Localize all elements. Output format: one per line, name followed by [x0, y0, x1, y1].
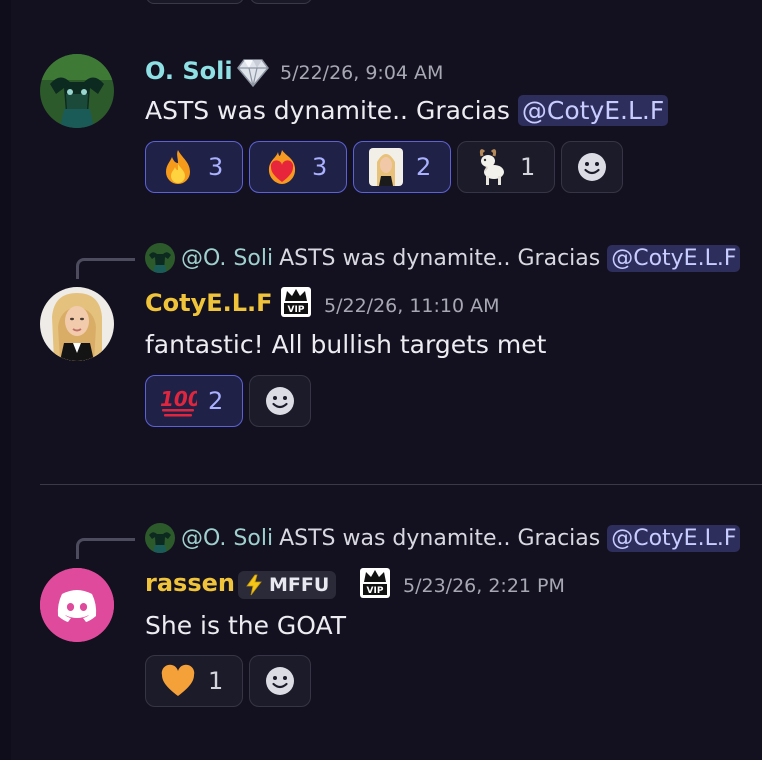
reply-username[interactable]: @O. Soli — [181, 246, 273, 271]
role-tag-label: MFFU — [269, 574, 330, 596]
reaction-heart-on-fire[interactable]: 3 — [249, 141, 347, 193]
lightning-icon — [246, 574, 262, 596]
message-text-body: ASTS was dynamite.. Gracias — [145, 96, 518, 125]
smiley-icon — [266, 667, 294, 695]
reply-connector — [76, 538, 135, 559]
username[interactable]: CotyE.L.F — [145, 289, 273, 317]
reaction-count: 2 — [416, 153, 432, 181]
reply-preview[interactable]: @O. Soli ASTS was dynamite.. Gracias @Co… — [145, 523, 741, 553]
reaction-count: 3 — [208, 153, 224, 181]
avatar-rassen[interactable] — [40, 568, 114, 642]
reply-text-body: ASTS was dynamite.. Gracias — [279, 245, 608, 271]
reply-avatar-o-soli — [145, 523, 175, 553]
vip-crown-icon[interactable]: VIP — [281, 287, 311, 317]
goat-icon — [470, 147, 510, 187]
reaction-hundred[interactable]: 100 2 — [145, 375, 243, 427]
message-divider — [40, 484, 762, 485]
reaction-orange-heart[interactable]: 1 — [145, 655, 243, 707]
hundred-points-icon: 100 — [158, 381, 198, 421]
reaction-bar: 1 — [145, 655, 311, 707]
mention[interactable]: @CotyE.L.F — [517, 95, 669, 126]
timestamp[interactable]: 5/22/26, 11:10 AM — [324, 295, 500, 317]
role-tag[interactable]: MFFU — [238, 571, 337, 599]
discord-logo-icon — [40, 568, 114, 642]
fire-icon — [158, 147, 198, 187]
reply-text: ASTS was dynamite.. Gracias @CotyE.L.F — [279, 244, 741, 272]
add-reaction-button[interactable] — [561, 141, 623, 193]
reply-mention[interactable]: @CotyE.L.F — [607, 524, 741, 552]
timestamp[interactable]: 5/23/26, 2:21 PM — [403, 575, 565, 597]
reply-username[interactable]: @O. Soli — [181, 526, 273, 551]
reaction-bar: 3 3 2 1 — [145, 141, 623, 193]
previous-reaction-stub[interactable] — [146, 0, 244, 4]
reaction-count: 1 — [208, 667, 224, 695]
chat-view: O. Soli 5/22/26, 9:04 AM ASTS was dynami… — [0, 0, 762, 760]
message-text: fantastic! All bullish targets met — [145, 330, 547, 359]
add-reaction-button[interactable] — [249, 375, 311, 427]
message-text: ASTS was dynamite.. Gracias @CotyE.L.F — [145, 95, 669, 126]
coty-custom-emoji — [366, 147, 406, 187]
vip-crown-icon[interactable]: VIP — [360, 568, 390, 598]
smiley-icon — [266, 387, 294, 415]
reaction-goat[interactable]: 1 — [457, 141, 555, 193]
reply-avatar-o-soli — [145, 243, 175, 273]
orange-heart-icon — [158, 661, 198, 701]
diamond-icon[interactable] — [236, 56, 270, 88]
message-text: She is the GOAT — [145, 611, 346, 640]
reaction-count: 1 — [520, 153, 536, 181]
username[interactable]: O. Soli — [145, 57, 233, 85]
reaction-bar: 100 2 — [145, 375, 311, 427]
reply-text: ASTS was dynamite.. Gracias @CotyE.L.F — [279, 524, 741, 552]
previous-add-reaction-stub[interactable] — [250, 0, 312, 4]
svg-text:100: 100 — [160, 387, 197, 411]
avatar-coty[interactable] — [40, 287, 114, 361]
reply-connector — [76, 258, 135, 279]
svg-text:VIP: VIP — [367, 586, 384, 596]
heart-on-fire-icon — [262, 147, 302, 187]
reaction-count: 3 — [312, 153, 328, 181]
reply-mention[interactable]: @CotyE.L.F — [607, 244, 741, 272]
smiley-icon — [578, 153, 606, 181]
avatar-o-soli[interactable] — [40, 54, 114, 128]
channel-scroll-edge — [0, 0, 11, 760]
username[interactable]: rassen — [145, 569, 235, 597]
reply-text-body: ASTS was dynamite.. Gracias — [279, 525, 608, 551]
reaction-coty-custom[interactable]: 2 — [353, 141, 451, 193]
reaction-count: 2 — [208, 387, 224, 415]
reaction-fire[interactable]: 3 — [145, 141, 243, 193]
add-reaction-button[interactable] — [249, 655, 311, 707]
timestamp[interactable]: 5/22/26, 9:04 AM — [280, 62, 443, 84]
svg-text:VIP: VIP — [288, 305, 305, 315]
reply-preview[interactable]: @O. Soli ASTS was dynamite.. Gracias @Co… — [145, 243, 741, 273]
